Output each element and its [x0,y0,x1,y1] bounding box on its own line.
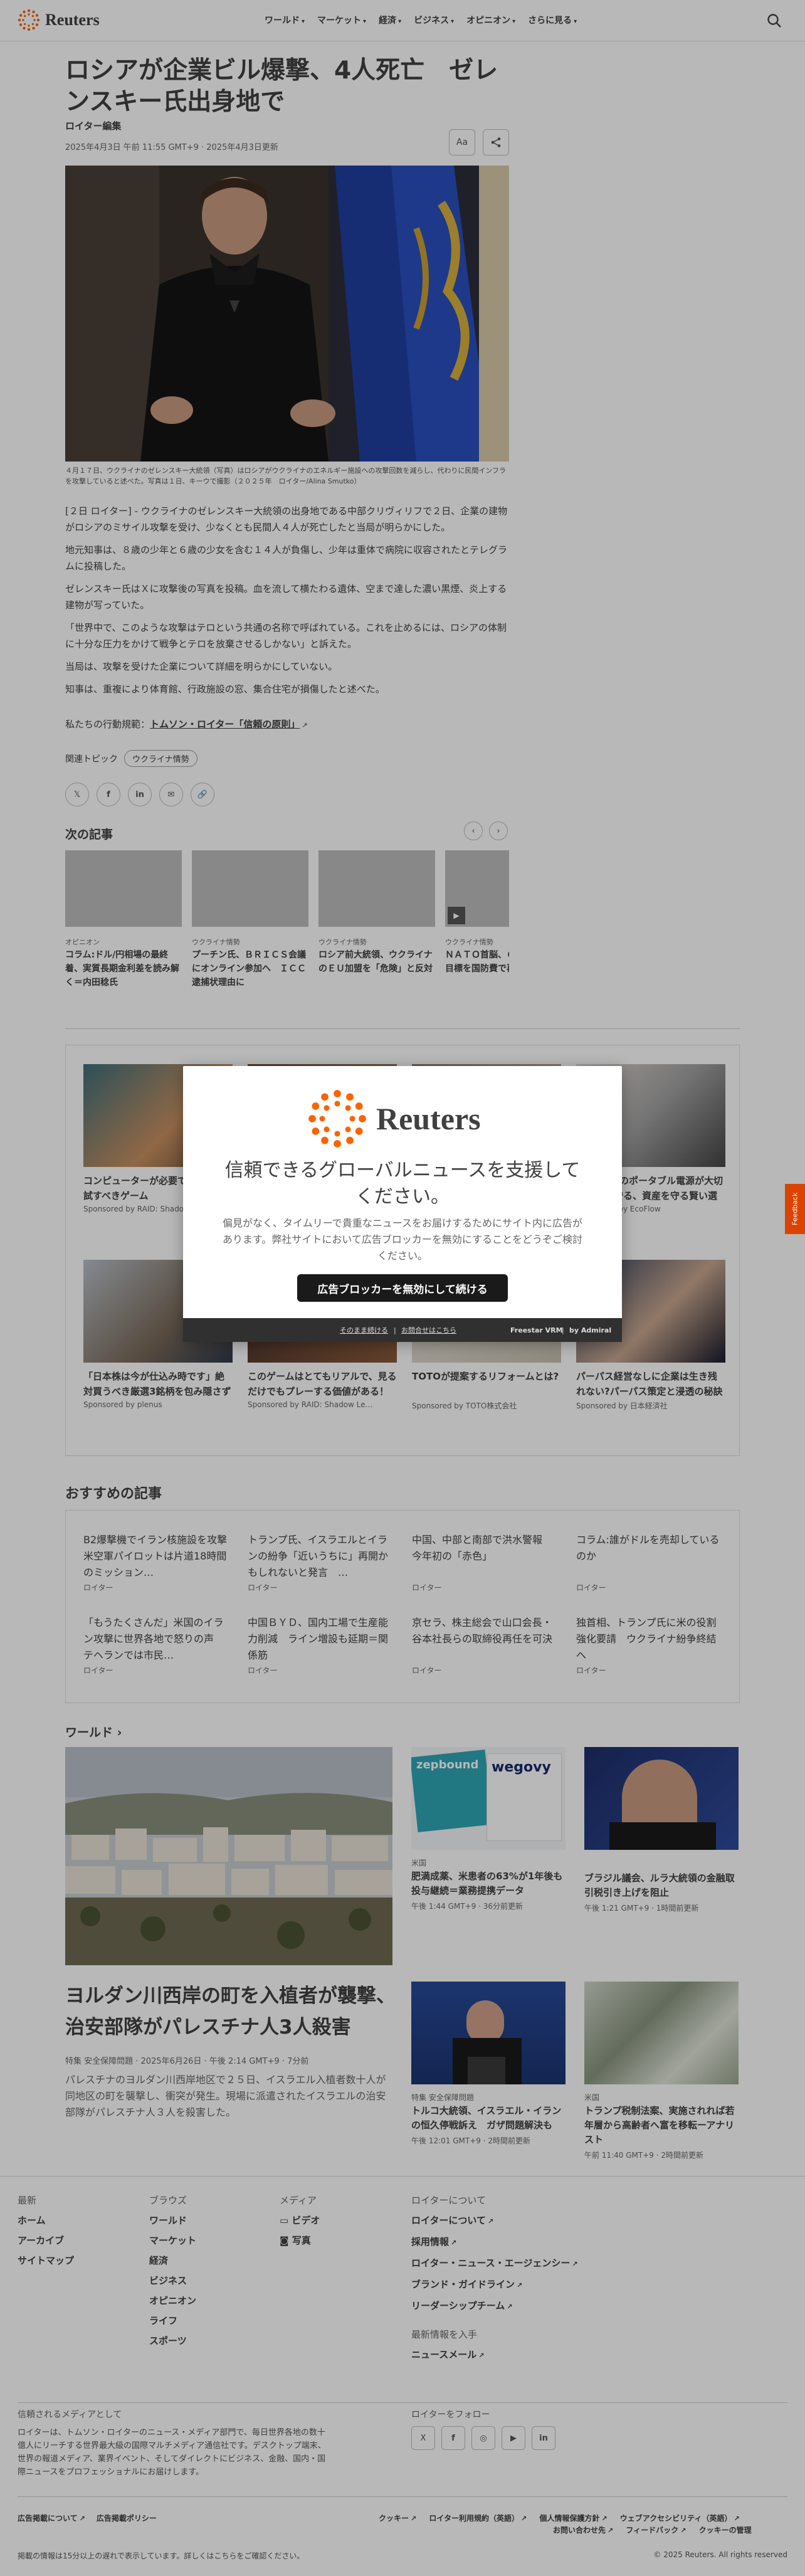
disable-adblock-button[interactable]: 広告ブロッカーを無効にして続ける [297,1274,508,1302]
modal-title: 信頼できるグローバルニュースを支援してください。 [224,1159,581,1208]
admiral-brand: by Admiral [569,1326,612,1334]
adblock-modal: Reuters 信頼できるグローバルニュースを支援してください。 偏見がなく、タ… [183,1066,622,1342]
contact-link[interactable]: お問合せはこちら [401,1325,456,1335]
continue-anyway-link[interactable]: そのまま続ける [340,1325,388,1335]
freestar-brand: Freestar VRM [510,1326,563,1334]
feedback-tab[interactable]: Feedback [785,1184,805,1234]
modal-reuters-logo: Reuters [307,1089,481,1149]
modal-body: 偏見がなく、タイムリーで貴重なニュースをお届けするためにサイト内に広告があります… [222,1217,583,1262]
reuters-logo-icon [308,1090,366,1148]
modal-footer: そのまま続ける | お問合せはこちら Freestar VRM | by Adm… [183,1318,622,1342]
